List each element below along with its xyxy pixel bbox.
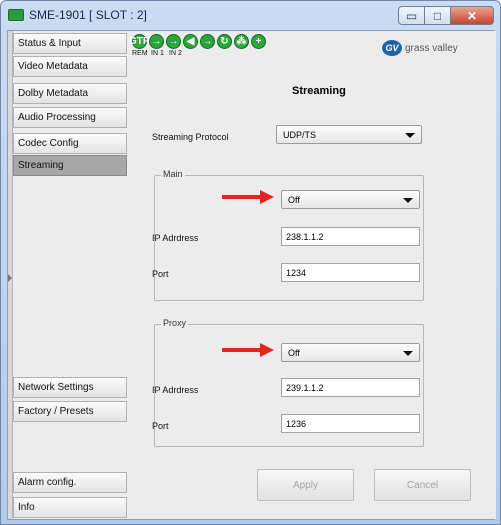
proxy-state-value: Off: [288, 348, 300, 358]
in2-arrow-icon[interactable]: →: [166, 34, 181, 49]
main-panel: GTR → → ◀ → ↻ ⁂ + REM IN 1 IN 2 GV grass…: [129, 31, 496, 519]
sidebar-item-factory-presets[interactable]: Factory / Presets: [13, 401, 127, 422]
minimize-button[interactable]: ▭: [398, 6, 425, 25]
network-icon[interactable]: ⁂: [234, 34, 249, 49]
in1-caption: IN 1: [151, 50, 164, 57]
status-icon-6[interactable]: ↻: [217, 34, 232, 49]
sidebar-item-alarm-config[interactable]: Alarm config.: [13, 472, 127, 493]
rem-caption: REM: [132, 50, 148, 57]
proxy-group: Proxy Off IP Adrdress 239.1.1.2 Port 123…: [152, 318, 424, 447]
main-group: Main Off IP Adrdress 238.1.1.2 Port 1234: [152, 169, 424, 301]
main-port-input[interactable]: 1234: [281, 263, 420, 282]
streaming-protocol-select[interactable]: UDP/TS: [276, 125, 422, 144]
sidebar-item-status-input[interactable]: Status & Input: [13, 33, 127, 54]
client-area: Status & Input Video Metadata Dolby Meta…: [7, 30, 496, 520]
sidebar-item-video-metadata[interactable]: Video Metadata: [13, 56, 127, 77]
main-state-value: Off: [288, 195, 300, 205]
proxy-port-label: Port: [152, 421, 169, 431]
main-group-legend: Main: [161, 169, 185, 179]
status-icon-4[interactable]: ◀: [183, 34, 198, 49]
close-button[interactable]: ✕: [450, 6, 494, 25]
proxy-state-select[interactable]: Off: [281, 343, 420, 362]
window-title: SME-1901 [ SLOT : 2]: [29, 8, 147, 22]
sidebar: Status & Input Video Metadata Dolby Meta…: [8, 31, 128, 519]
main-port-label: Port: [152, 269, 169, 279]
gtr-status-icon[interactable]: GTR: [129, 34, 150, 49]
proxy-port-input[interactable]: 1236: [281, 414, 420, 433]
chevron-down-icon: [405, 133, 415, 138]
status-icon-5[interactable]: →: [200, 34, 215, 49]
window-controls: ▭ □ ✕: [398, 6, 494, 25]
chevron-down-icon: [403, 198, 413, 203]
proxy-ip-label: IP Adrdress: [152, 385, 199, 395]
streaming-protocol-label: Streaming Protocol: [152, 132, 229, 142]
title-bar[interactable]: SME-1901 [ SLOT : 2] ▭ □ ✕: [1, 1, 500, 30]
main-ip-input[interactable]: 238.1.1.2: [281, 227, 420, 246]
sidebar-item-codec-config[interactable]: Codec Config: [13, 133, 127, 154]
expand-arrow-icon[interactable]: [8, 274, 12, 282]
status-icons: GTR → → ◀ → ↻ ⁂ + REM IN 1 IN 2 GV grass…: [129, 33, 494, 59]
streaming-protocol-value: UDP/TS: [283, 130, 317, 140]
annotation-arrow-icon: [222, 190, 274, 204]
cancel-button[interactable]: Cancel: [374, 469, 471, 501]
sidebar-item-info[interactable]: Info: [13, 497, 127, 518]
sidebar-item-network-settings[interactable]: Network Settings: [13, 377, 127, 398]
proxy-ip-input[interactable]: 239.1.1.2: [281, 378, 420, 397]
chevron-down-icon: [403, 351, 413, 356]
sidebar-expander[interactable]: [8, 31, 13, 519]
sidebar-item-streaming[interactable]: Streaming: [13, 155, 127, 176]
annotation-arrow-icon: [222, 343, 274, 357]
app-window: SME-1901 [ SLOT : 2] ▭ □ ✕ Status & Inpu…: [0, 0, 501, 525]
sidebar-item-audio-processing[interactable]: Audio Processing: [13, 107, 127, 128]
main-state-select[interactable]: Off: [281, 190, 420, 209]
maximize-button[interactable]: □: [424, 6, 451, 25]
proxy-group-legend: Proxy: [161, 318, 189, 328]
gv-logo-icon: GV: [382, 40, 402, 56]
app-icon: [8, 9, 24, 21]
add-icon[interactable]: +: [251, 34, 266, 49]
logo-text: grass valley: [405, 42, 458, 54]
apply-button[interactable]: Apply: [257, 469, 354, 501]
sidebar-item-dolby-metadata[interactable]: Dolby Metadata: [13, 83, 127, 104]
in1-arrow-icon[interactable]: →: [149, 34, 164, 49]
main-ip-label: IP Adrdress: [152, 233, 199, 243]
grass-valley-logo: GV grass valley: [382, 37, 490, 59]
in2-caption: IN 2: [169, 50, 182, 57]
page-title: Streaming: [292, 85, 346, 97]
